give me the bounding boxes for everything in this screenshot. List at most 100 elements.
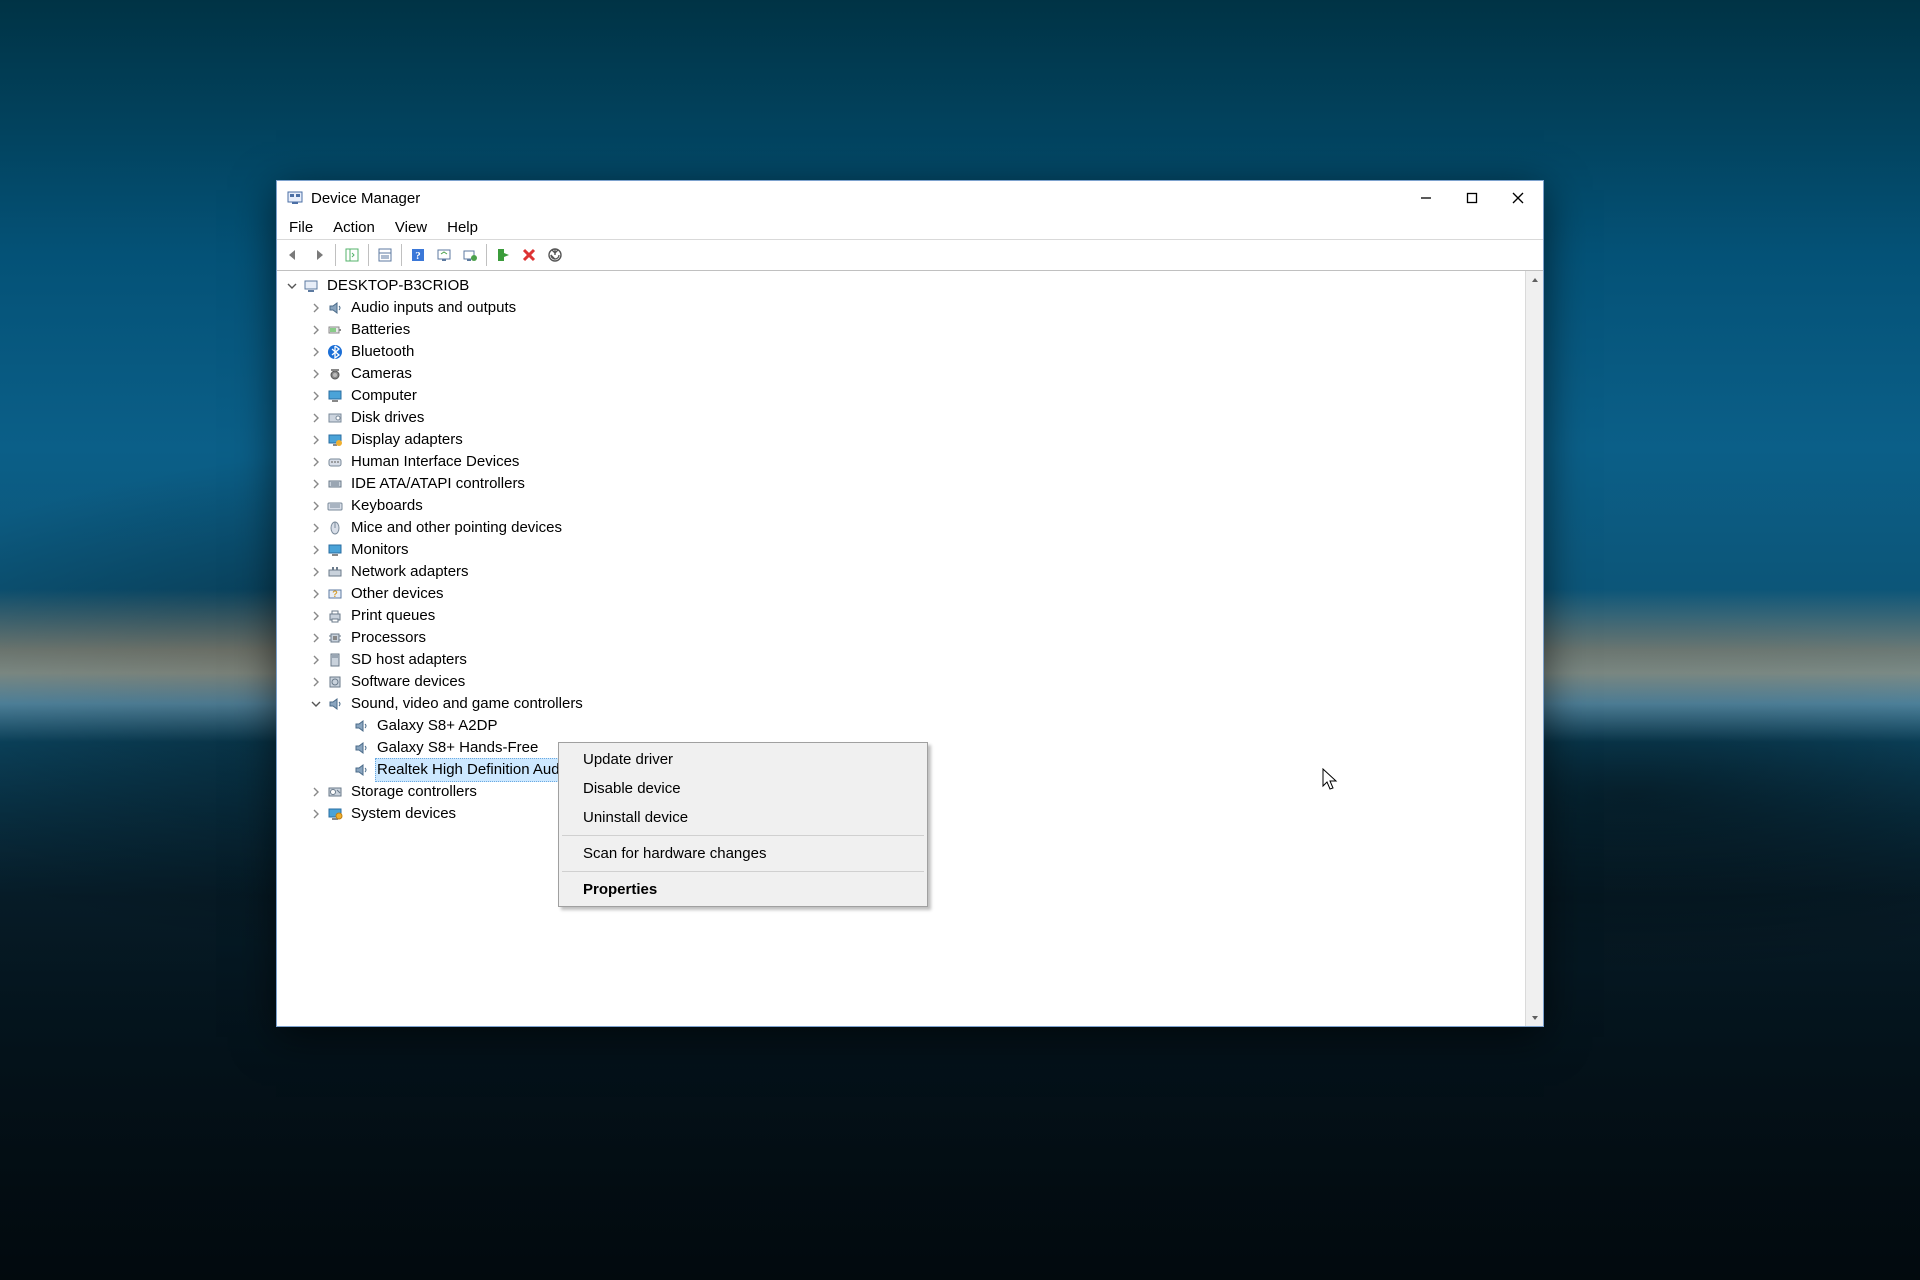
expand-icon[interactable]: [309, 521, 323, 535]
update-driver-button[interactable]: [458, 243, 482, 267]
back-button[interactable]: [281, 243, 305, 267]
expand-icon[interactable]: [309, 653, 323, 667]
close-button[interactable]: [1495, 183, 1541, 213]
expand-icon[interactable]: [309, 565, 323, 579]
tree-category[interactable]: Disk drives: [279, 407, 1525, 429]
client-area: DESKTOP-B3CRIOBAudio inputs and outputsB…: [277, 271, 1543, 1026]
scroll-up-button[interactable]: [1526, 271, 1543, 288]
vertical-scrollbar[interactable]: [1525, 271, 1543, 1026]
maximize-button[interactable]: [1449, 183, 1495, 213]
properties-button[interactable]: [373, 243, 397, 267]
expand-icon[interactable]: [309, 345, 323, 359]
tree-root[interactable]: DESKTOP-B3CRIOB: [279, 275, 1525, 297]
title-bar[interactable]: Device Manager: [277, 181, 1543, 215]
monitor-icon: [327, 388, 343, 404]
tree-category-label: Keyboards: [349, 495, 425, 517]
ide-icon: [327, 476, 343, 492]
svg-text:?: ?: [332, 589, 338, 599]
tree-category[interactable]: Software devices: [279, 671, 1525, 693]
tree-root-label: DESKTOP-B3CRIOB: [325, 275, 471, 297]
tree-category[interactable]: Computer: [279, 385, 1525, 407]
expand-icon[interactable]: [309, 477, 323, 491]
enable-device-button[interactable]: [491, 243, 515, 267]
menu-help[interactable]: Help: [437, 217, 488, 238]
disk-icon: [327, 410, 343, 426]
context-menu-item[interactable]: Update driver: [561, 745, 925, 774]
speaker-icon: [353, 740, 369, 756]
expand-icon[interactable]: [309, 785, 323, 799]
context-menu[interactable]: Update driverDisable deviceUninstall dev…: [558, 742, 928, 907]
hid-icon: [327, 454, 343, 470]
menu-action[interactable]: Action: [323, 217, 385, 238]
help-button[interactable]: ?: [406, 243, 430, 267]
scan-hardware-button[interactable]: [432, 243, 456, 267]
context-menu-separator: [562, 871, 924, 872]
expand-icon[interactable]: [309, 323, 323, 337]
expand-icon[interactable]: [309, 609, 323, 623]
forward-button[interactable]: [307, 243, 331, 267]
uninstall-device-button[interactable]: [517, 243, 541, 267]
system-icon: [327, 806, 343, 822]
tree-category-label: Print queues: [349, 605, 437, 627]
tree-device[interactable]: Galaxy S8+ A2DP: [279, 715, 1525, 737]
expand-icon[interactable]: [309, 301, 323, 315]
expand-icon[interactable]: [309, 631, 323, 645]
tree-category[interactable]: IDE ATA/ATAPI controllers: [279, 473, 1525, 495]
expand-icon[interactable]: [309, 675, 323, 689]
expand-icon[interactable]: [309, 367, 323, 381]
tree-category[interactable]: Keyboards: [279, 495, 1525, 517]
display-icon: [327, 432, 343, 448]
expand-icon[interactable]: [309, 499, 323, 513]
minimize-button[interactable]: [1403, 183, 1449, 213]
tree-category[interactable]: Batteries: [279, 319, 1525, 341]
tree-category[interactable]: Processors: [279, 627, 1525, 649]
context-menu-item[interactable]: Uninstall device: [561, 803, 925, 832]
device-tree[interactable]: DESKTOP-B3CRIOBAudio inputs and outputsB…: [277, 271, 1525, 1026]
tree-category-label: Disk drives: [349, 407, 426, 429]
expand-icon[interactable]: [309, 433, 323, 447]
tree-category-label: Sound, video and game controllers: [349, 693, 585, 715]
expand-icon[interactable]: [309, 389, 323, 403]
expand-icon[interactable]: [309, 455, 323, 469]
tree-category-label: Cameras: [349, 363, 414, 385]
context-menu-item[interactable]: Properties: [561, 875, 925, 904]
context-menu-item[interactable]: Scan for hardware changes: [561, 839, 925, 868]
tree-device-label: Realtek High Definition Audio: [375, 758, 573, 782]
tree-category[interactable]: Monitors: [279, 539, 1525, 561]
tree-category[interactable]: Sound, video and game controllers: [279, 693, 1525, 715]
tree-category-label: Bluetooth: [349, 341, 416, 363]
menu-view[interactable]: View: [385, 217, 437, 238]
tree-category[interactable]: Network adapters: [279, 561, 1525, 583]
tree-category[interactable]: Bluetooth: [279, 341, 1525, 363]
tree-category[interactable]: SD host adapters: [279, 649, 1525, 671]
menu-file[interactable]: File: [279, 217, 323, 238]
context-menu-item[interactable]: Disable device: [561, 774, 925, 803]
speaker-icon: [327, 300, 343, 316]
show-hide-tree-button[interactable]: [340, 243, 364, 267]
tree-category[interactable]: Mice and other pointing devices: [279, 517, 1525, 539]
tree-category[interactable]: Cameras: [279, 363, 1525, 385]
expand-icon[interactable]: [309, 411, 323, 425]
tree-category-label: System devices: [349, 803, 458, 825]
tree-category[interactable]: Display adapters: [279, 429, 1525, 451]
expand-icon[interactable]: [309, 543, 323, 557]
keyboard-icon: [327, 498, 343, 514]
collapse-icon[interactable]: [309, 697, 323, 711]
disable-device-button[interactable]: [543, 243, 567, 267]
mouse-icon: [327, 520, 343, 536]
scroll-down-button[interactable]: [1526, 1009, 1543, 1026]
tree-category-label: Monitors: [349, 539, 411, 561]
collapse-icon[interactable]: [285, 279, 299, 293]
tree-category[interactable]: ?Other devices: [279, 583, 1525, 605]
toolbar-separator: [401, 244, 402, 266]
storage-icon: [327, 784, 343, 800]
tree-category[interactable]: Audio inputs and outputs: [279, 297, 1525, 319]
tree-category[interactable]: Human Interface Devices: [279, 451, 1525, 473]
battery-icon: [327, 322, 343, 338]
toolbar-separator: [335, 244, 336, 266]
tree-category[interactable]: Print queues: [279, 605, 1525, 627]
menu-bar: File Action View Help: [277, 215, 1543, 240]
software-icon: [327, 674, 343, 690]
expand-icon[interactable]: [309, 587, 323, 601]
expand-icon[interactable]: [309, 807, 323, 821]
